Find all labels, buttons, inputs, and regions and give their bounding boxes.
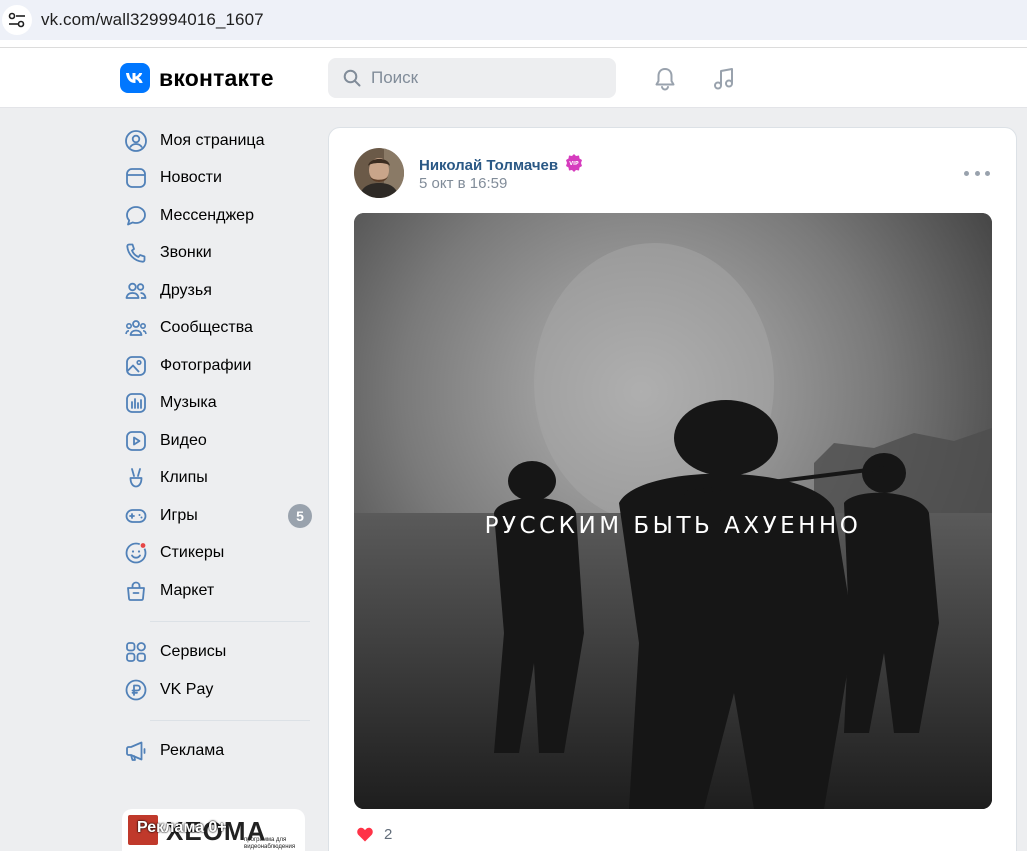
sidebar-item-clips[interactable]: Клипы <box>120 460 315 498</box>
post-photo-image <box>354 213 992 809</box>
author-avatar[interactable] <box>354 148 404 198</box>
search-input[interactable] <box>371 68 591 88</box>
sidebar-item-label: Моя страница <box>160 131 265 149</box>
clips-icon <box>121 466 151 490</box>
browser-divider <box>0 40 1027 48</box>
sidebar-item-photos[interactable]: Фотографии <box>120 347 315 385</box>
sidebar-item-label: Маркет <box>160 581 215 599</box>
music-player-button[interactable] <box>709 64 739 94</box>
sidebar-item-stickers[interactable]: Стикеры <box>120 535 315 573</box>
sidebar-item-games[interactable]: Игры 5 <box>120 497 315 535</box>
sidebar-item-label: Друзья <box>160 281 212 299</box>
sidebar-item-calls[interactable]: Звонки <box>120 235 315 273</box>
ad-age-label: Реклама 0+ <box>137 819 227 836</box>
user-circle-icon <box>121 129 151 153</box>
sidebar-item-label: Мессенджер <box>160 206 254 224</box>
music-note-icon <box>714 68 733 90</box>
sidebar-item-label: Клипы <box>160 469 208 487</box>
left-sidebar: Моя страница Новости Мессенджер Звонки Д… <box>120 122 315 770</box>
url-text[interactable]: vk.com/wall329994016_1607 <box>41 10 264 30</box>
sidebar-item-label: VK Pay <box>160 680 214 698</box>
post-more-button[interactable] <box>964 166 990 180</box>
services-icon <box>121 640 151 664</box>
sidebar-item-label: Видео <box>160 431 207 449</box>
market-icon <box>121 579 151 603</box>
sidebar-item-label: Игры <box>160 506 198 524</box>
photo-overlay-text: РУССКИМ БЫТЬ АХУЕННО <box>484 513 862 539</box>
post-author[interactable]: Николай Толмачев VIP <box>419 153 583 177</box>
sidebar-item-services[interactable]: Сервисы <box>120 634 315 672</box>
post-date[interactable]: 5 окт в 16:59 <box>419 175 507 192</box>
site-info-button[interactable] <box>2 5 32 35</box>
sidebar-item-music[interactable]: Музыка <box>120 385 315 423</box>
sidebar-item-market[interactable]: Маркет <box>120 572 315 610</box>
phone-icon <box>121 241 151 265</box>
sidebar-item-label: Музыка <box>160 394 217 412</box>
music-icon <box>121 391 151 415</box>
sidebar-divider <box>150 620 310 622</box>
sidebar-item-friends[interactable]: Друзья <box>120 272 315 310</box>
vk-logo-text: вконтакте <box>159 64 274 91</box>
photo-icon <box>121 354 151 378</box>
sidebar-item-messenger[interactable]: Мессенджер <box>120 197 315 235</box>
gamepad-icon <box>121 504 151 528</box>
vk-header: вконтакте <box>0 48 1027 108</box>
sidebar-item-label: Стикеры <box>160 544 225 562</box>
sidebar-item-label: Звонки <box>160 244 212 262</box>
sidebar-item-ads[interactable]: Реклама <box>120 733 315 771</box>
ad-subtitle: программа для видеонаблюдения <box>244 837 296 850</box>
sidebar-item-label: Реклама <box>160 742 225 760</box>
news-icon <box>121 166 151 190</box>
vk-logo-icon <box>120 63 150 93</box>
video-icon <box>121 429 151 453</box>
sidebar-item-label: Сервисы <box>160 643 227 661</box>
more-dot-icon <box>964 170 969 176</box>
author-name[interactable]: Николай Толмачев <box>419 157 558 174</box>
sidebar-item-vkpay[interactable]: VK Pay <box>120 671 315 709</box>
like-button[interactable]: 2 <box>354 823 392 845</box>
svg-text:VIP: VIP <box>569 161 579 167</box>
vip-badge-icon: VIP <box>565 153 583 177</box>
more-dot-icon <box>985 170 990 176</box>
notifications-button[interactable] <box>650 64 680 94</box>
sidebar-ad-banner[interactable]: XEOMA программа для видеонаблюдения Рекл… <box>122 809 305 851</box>
heart-icon <box>354 823 376 845</box>
sidebar-item-my-page[interactable]: Моя страница <box>120 122 315 160</box>
message-icon <box>121 204 151 228</box>
sidebar-divider <box>150 719 310 721</box>
sticker-icon <box>121 541 151 565</box>
sidebar-item-communities[interactable]: Сообщества <box>120 310 315 348</box>
search-icon <box>343 69 361 87</box>
browser-address-bar: vk.com/wall329994016_1607 <box>0 0 1027 40</box>
games-count-badge: 5 <box>288 504 312 528</box>
sidebar-item-news[interactable]: Новости <box>120 160 315 198</box>
sidebar-item-video[interactable]: Видео <box>120 422 315 460</box>
sidebar-item-label: Фотографии <box>160 356 252 374</box>
communities-icon <box>121 316 151 340</box>
post-photo[interactable]: РУССКИМ БЫТЬ АХУЕННО <box>354 213 992 809</box>
more-dot-icon <box>974 170 980 176</box>
vkpay-icon <box>121 678 151 702</box>
bell-icon <box>655 68 675 91</box>
search-box[interactable] <box>328 58 616 98</box>
wall-post: Николай Толмачев VIP 5 окт в 16:59 РУССК… <box>328 127 1017 851</box>
tune-icon <box>8 12 25 28</box>
megaphone-icon <box>121 739 151 763</box>
sidebar-item-label: Новости <box>160 169 222 187</box>
friends-icon <box>121 279 151 303</box>
like-count: 2 <box>384 825 393 843</box>
sidebar-item-label: Сообщества <box>160 319 253 337</box>
vk-logo[interactable]: вконтакте <box>120 63 274 93</box>
